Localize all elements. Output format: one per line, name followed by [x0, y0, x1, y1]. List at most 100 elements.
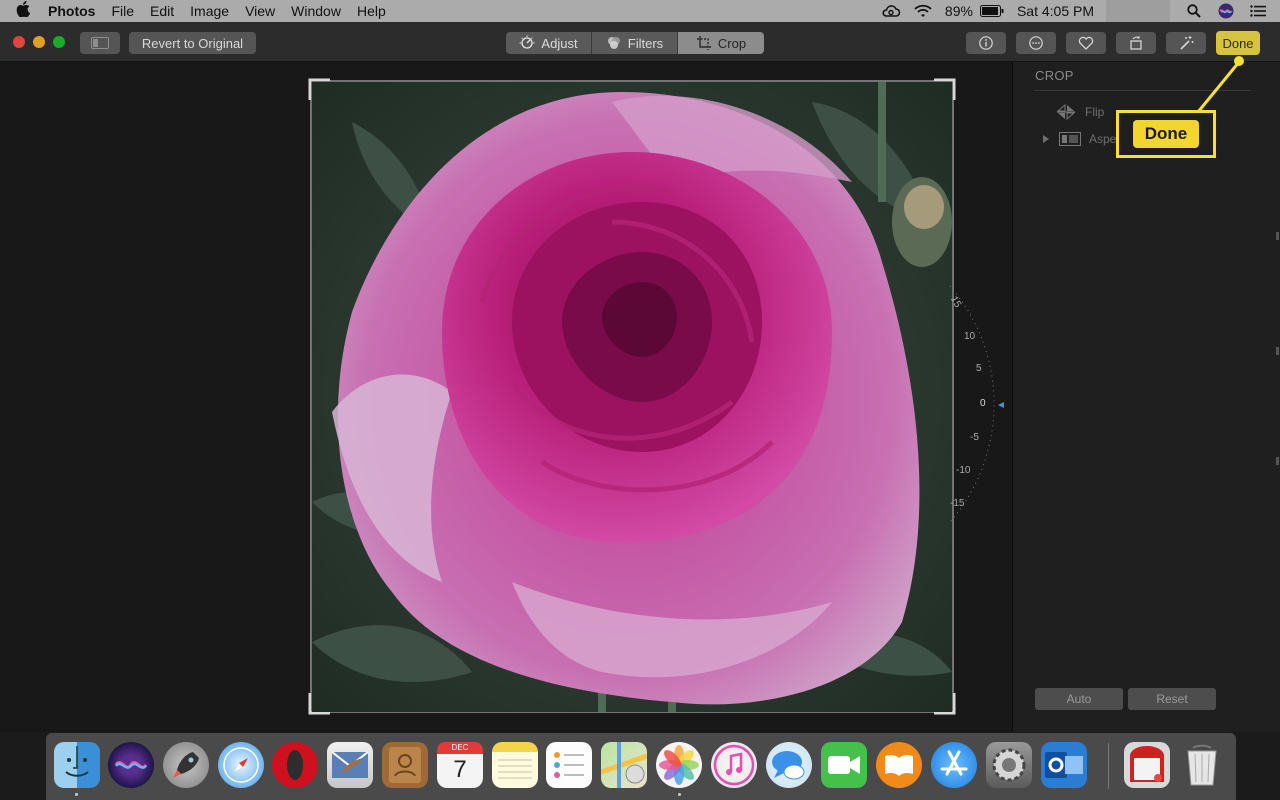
siri-icon[interactable] [1216, 3, 1236, 19]
flip-option[interactable]: Flip [1055, 104, 1104, 120]
sidebar-edge-marker [1276, 232, 1279, 240]
dial-label-15: 15 [948, 295, 963, 311]
wifi-icon[interactable] [913, 4, 933, 18]
menu-bar: Photos File Edit Image View Window Help … [0, 0, 1280, 22]
dock-calendar-icon[interactable]: DEC 7 [437, 742, 483, 788]
dock-outlook-icon[interactable] [1041, 742, 1087, 788]
dial-label-neg10: -10 [956, 465, 971, 476]
dock-downloads-stack-icon[interactable] [1124, 742, 1170, 788]
minimize-window-button[interactable] [33, 36, 45, 48]
disclosure-triangle-icon[interactable] [1041, 134, 1051, 144]
flip-icon [1056, 104, 1076, 120]
menu-edit[interactable]: Edit [142, 3, 182, 19]
dock-messages-icon[interactable] [766, 742, 812, 788]
dock-siri-icon[interactable] [108, 742, 154, 788]
more-icon [1029, 36, 1043, 50]
crop-sidebar: CROP Flip Aspect Auto Reset [1012, 62, 1280, 732]
dial-label-5: 5 [976, 363, 982, 374]
menubar-clock[interactable]: Sat 4:05 PM [1017, 3, 1094, 19]
favorite-button[interactable] [1066, 32, 1106, 54]
dial-label-10: 10 [964, 331, 976, 342]
menu-image[interactable]: Image [182, 3, 237, 19]
dock-running-indicator [678, 793, 681, 796]
sidebar-toggle-button[interactable] [80, 32, 120, 54]
menu-help[interactable]: Help [349, 3, 394, 19]
apple-menu-icon[interactable] [0, 1, 46, 21]
dock-photos-icon[interactable] [656, 742, 702, 788]
rose-photo[interactable] [312, 82, 952, 712]
dock-maps-icon[interactable] [600, 742, 648, 788]
dock-notes-icon[interactable] [492, 742, 538, 788]
auto-crop-button[interactable]: Auto [1035, 688, 1123, 710]
menu-window[interactable]: Window [283, 3, 349, 19]
dial-label-neg15: -15 [950, 498, 965, 509]
auto-enhance-button[interactable] [1166, 32, 1206, 54]
dock-opera-icon[interactable] [272, 742, 318, 788]
tab-crop-label: Crop [717, 35, 747, 51]
calendar-month: DEC [437, 742, 483, 754]
dock-contacts-icon[interactable] [382, 742, 428, 788]
dock-trash-icon[interactable] [1179, 742, 1225, 788]
dock-launchpad-icon[interactable] [163, 742, 209, 788]
sidebar-divider [1035, 90, 1251, 91]
done-callout-highlight: Done [1116, 110, 1216, 158]
edit-mode-segmented-control: Adjust Filters Crop [506, 32, 764, 54]
sidebar-title: CROP [1035, 68, 1074, 83]
aspect-ratio-icon [1059, 132, 1081, 146]
tab-adjust-label: Adjust [541, 35, 578, 51]
tab-adjust[interactable]: Adjust [506, 32, 592, 54]
revert-to-original-button[interactable]: Revert to Original [129, 32, 256, 54]
menu-view[interactable]: View [237, 3, 283, 19]
notification-center-icon[interactable] [1248, 4, 1268, 18]
dock-mail-icon[interactable] [327, 742, 373, 788]
dock-separator [1108, 743, 1109, 789]
done-button[interactable]: Done [1216, 31, 1260, 55]
menu-file[interactable]: File [103, 3, 142, 19]
info-icon [979, 36, 993, 50]
dock: DEC 7 [46, 733, 1236, 800]
dock-itunes-icon[interactable] [711, 742, 757, 788]
favorite-heart-icon [1078, 36, 1094, 50]
more-button[interactable] [1016, 32, 1056, 54]
menu-app-name[interactable]: Photos [46, 3, 103, 19]
zoom-window-button[interactable] [53, 36, 65, 48]
battery-percent: 89% [944, 3, 973, 19]
rotate-icon [1130, 35, 1142, 50]
sidebar-toggle-icon [91, 37, 109, 49]
editor-toolbar: Revert to Original Adjust Filters Crop D… [0, 22, 1280, 62]
photo-canvas: 15 10 5 0 -5 -10 -15 [0, 62, 1012, 732]
tab-filters[interactable]: Filters [592, 32, 678, 54]
calendar-day: 7 [453, 756, 467, 783]
info-button[interactable] [966, 32, 1006, 54]
dock-app-store-icon[interactable] [931, 742, 977, 788]
dock-reminders-icon[interactable] [546, 742, 592, 788]
filters-icon [607, 37, 620, 49]
adjust-dial-icon [519, 35, 535, 49]
dial-label-neg5: -5 [970, 432, 979, 443]
close-window-button[interactable] [13, 36, 25, 48]
aspect-option[interactable]: Aspect [1041, 132, 1126, 146]
sidebar-edge-marker [1276, 347, 1279, 355]
dock-facetime-icon[interactable] [821, 742, 867, 788]
enhance-wand-icon [1180, 36, 1194, 50]
flip-label: Flip [1085, 105, 1105, 119]
tab-filters-label: Filters [627, 35, 664, 51]
dial-label-0: 0 [980, 398, 986, 409]
dock-safari-icon[interactable] [218, 742, 264, 788]
battery-icon[interactable] [979, 4, 1005, 18]
dock-system-preferences-icon[interactable] [986, 742, 1032, 788]
straighten-dial[interactable]: 15 10 5 0 -5 -10 -15 [940, 284, 1010, 524]
reset-crop-button[interactable]: Reset [1128, 688, 1216, 710]
sidebar-edge-marker [1276, 457, 1279, 465]
dial-indicator-icon [998, 402, 1004, 408]
crop-icon [696, 36, 711, 50]
tab-crop[interactable]: Crop [678, 32, 764, 54]
rose-photo-image [312, 82, 952, 712]
dock-running-indicator [75, 793, 78, 796]
search-icon[interactable] [1184, 4, 1204, 18]
rotate-button[interactable] [1116, 32, 1156, 54]
callout-done-label: Done [1133, 120, 1199, 148]
dock-ibooks-icon[interactable] [876, 742, 922, 788]
dock-finder-icon[interactable] [54, 742, 100, 788]
creative-cloud-icon[interactable] [881, 4, 901, 18]
